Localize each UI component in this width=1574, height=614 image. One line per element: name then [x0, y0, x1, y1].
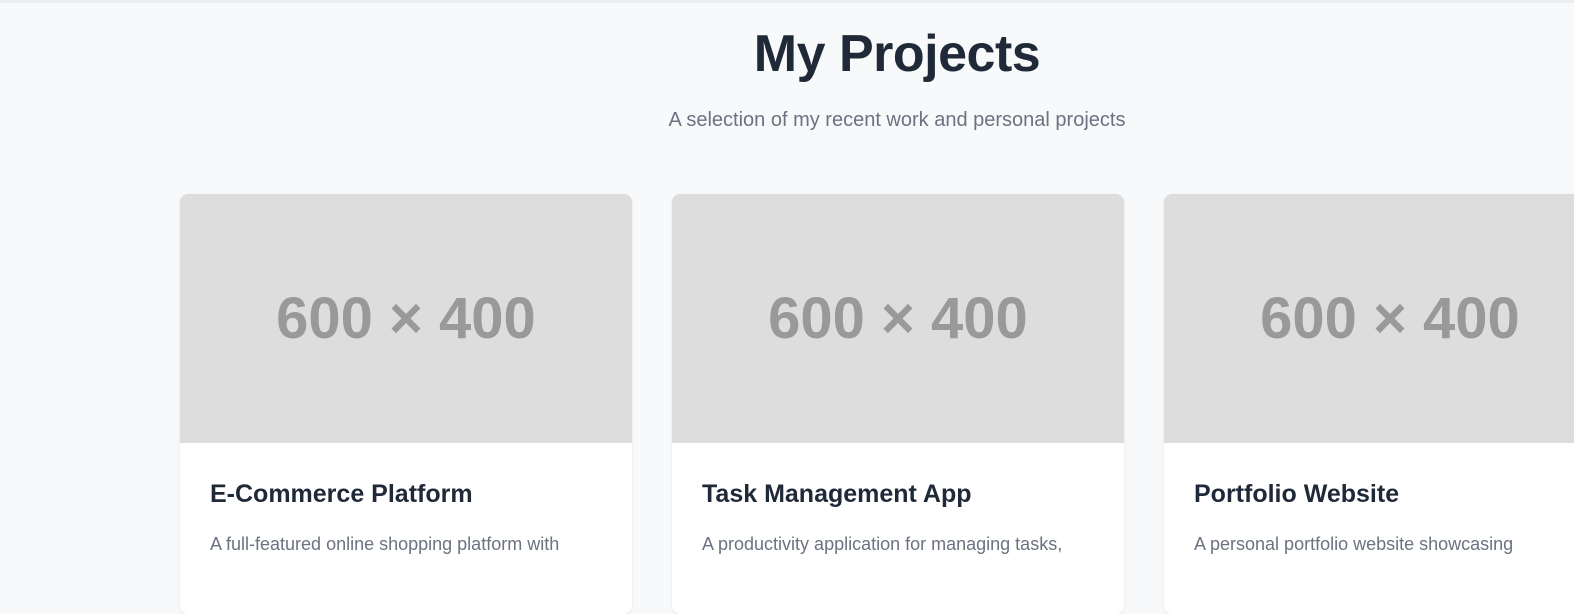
placeholder-dimensions: 600 × 400 — [1260, 286, 1520, 351]
project-card-body: Task Management App A productivity appli… — [672, 443, 1124, 557]
project-image-placeholder: 600 × 400 — [1164, 194, 1574, 443]
project-title: E-Commerce Platform — [210, 480, 473, 508]
project-description: A personal portfolio website showcasing — [1194, 534, 1514, 554]
project-description: A productivity application for managing … — [702, 534, 1063, 554]
project-image-placeholder: 600 × 400 — [672, 194, 1124, 443]
page-title: My Projects — [753, 25, 1041, 83]
project-title: Portfolio Website — [1194, 480, 1400, 508]
page-subtitle: A selection of my recent work and person… — [668, 109, 1126, 131]
top-divider — [0, 0, 1574, 3]
project-title: Task Management App — [702, 480, 972, 508]
project-description: A full-featured online shopping platform… — [210, 534, 560, 554]
project-card-body: Portfolio Website A personal portfolio w… — [1164, 443, 1574, 557]
project-image-placeholder: 600 × 400 — [180, 194, 632, 443]
placeholder-dimensions: 600 × 400 — [768, 286, 1028, 351]
projects-grid: 600 × 400 E-Commerce Platform A full-fea… — [180, 194, 1574, 614]
project-card-portfolio[interactable]: 600 × 400 Portfolio Website A personal p… — [1164, 194, 1574, 614]
project-card-ecommerce[interactable]: 600 × 400 E-Commerce Platform A full-fea… — [180, 194, 632, 614]
project-card-body: E-Commerce Platform A full-featured onli… — [180, 443, 632, 557]
project-card-task-management[interactable]: 600 × 400 Task Management App A producti… — [672, 194, 1124, 614]
placeholder-dimensions: 600 × 400 — [276, 286, 536, 351]
